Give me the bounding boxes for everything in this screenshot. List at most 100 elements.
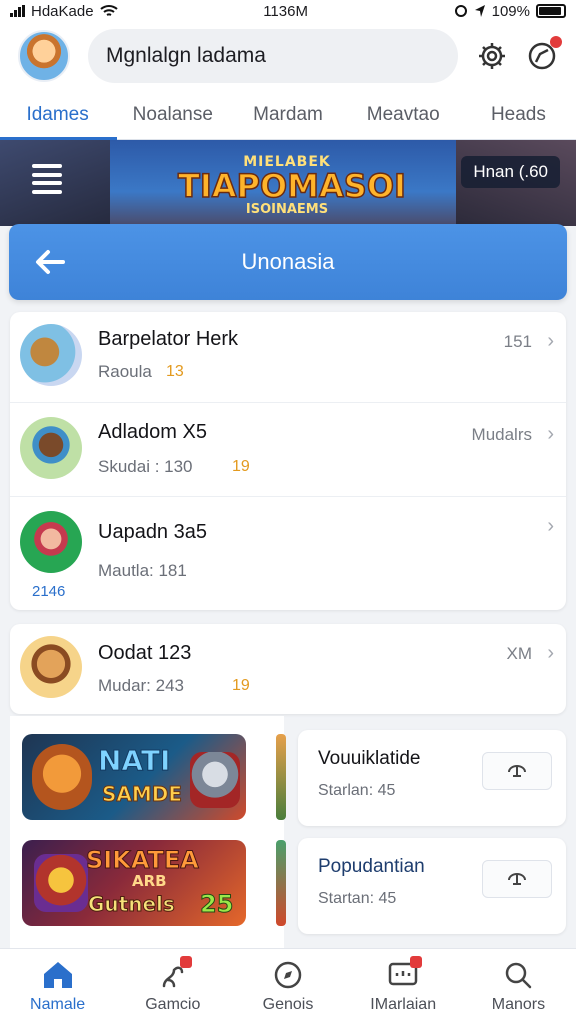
app-header: Mgnlalgn ladama [0,22,576,90]
nav-home[interactable]: Namale [0,949,115,1024]
download-card-subtitle: Startan: 45 [318,890,397,907]
chevron-right-icon: › [547,515,554,537]
list-item-meta: XM [506,644,533,663]
game-card-peek[interactable] [276,840,286,926]
list-item[interactable]: Barpelator Herk Raoula 13 151 › [10,312,566,402]
list-item-subtitle: Skudai : 130 [98,457,193,476]
tab-mardam[interactable]: Mardam [230,90,345,139]
tab-meavtao[interactable]: Meavtao [346,90,461,139]
download-card[interactable]: Popudantian Startan: 45 [298,838,566,934]
avatar-badge: 2146 [32,583,66,600]
list-item[interactable]: Adladom X5 Skudai : 130 19 Mudalrs › [10,402,566,496]
home-icon [43,961,72,988]
game-title-line2: SAMDE [101,782,183,807]
list-item-count: 13 [166,363,184,380]
download-icon [508,765,526,777]
status-bar: HdaKade 1136M 109% [0,0,576,22]
game-thumbnail [20,511,82,573]
nav-genres-label: Genois [262,995,314,1013]
compass-icon [274,961,302,988]
nav-messages[interactable]: IMarlaian [346,949,461,1024]
download-icon [508,873,526,885]
list-item-meta: 151 [503,332,532,351]
game-title-line1: SIKATEA [86,846,200,875]
game-card[interactable]: NATI SAMDE [22,734,246,820]
game-art-robot [190,752,240,808]
featured-games-panel: NATI SAMDE SIKATEA ARB Gutnels 25 [10,716,286,948]
tab-heads[interactable]: Heads [461,90,576,139]
game-list-card: Oodat 123 Mudar: 243 19 XM › [10,624,566,714]
back-arrow-icon[interactable] [33,246,67,278]
tab-noalanse[interactable]: Noalanse [115,90,230,139]
avatar[interactable] [18,30,70,82]
game-title-number: 25 [199,890,234,919]
list-item-count: 19 [232,677,250,694]
battery-icon [535,4,566,18]
tab-idames[interactable]: Idames [0,90,118,140]
download-button[interactable] [482,752,552,790]
download-button[interactable] [482,860,552,898]
search-icon [506,962,532,988]
list-item-subtitle: Raoula [98,362,152,381]
nav-search[interactable]: Manors [461,949,576,1024]
chevron-right-icon: › [547,330,554,352]
list-item-count: 19 [232,458,250,475]
bottom-nav: Namale Gamcio Genois IMarlaian Manors [0,948,576,1024]
tab-bar: Idames Noalanse Mardam Meavtao Heads [0,90,576,140]
search-text: Mgnlalgn ladama [106,44,266,67]
battery-percent: 109% [491,2,530,20]
games-badge [179,955,192,968]
list-item-title: Adladom X5 [98,421,207,443]
list-item-subtitle: Mautla: 181 [98,561,187,580]
list-item-title: Barpelator Herk [98,328,239,350]
list-item-meta: Mudalrs [471,425,532,444]
section-title: Unonasia [241,249,335,274]
banner-logo-main: TIAPOMASOI [177,167,406,205]
download-card-title: Vouuiklatide [318,748,421,769]
notifications-button[interactable] [526,36,562,72]
carrier-label: HdaKade [31,2,94,20]
menu-icon[interactable] [32,164,62,194]
banner-logo: MIELABEK TIAPOMASOI ISOINAEMS [177,154,406,218]
download-card-subtitle: Starlan: 45 [318,782,396,799]
game-thumbnail [20,324,82,386]
promo-banner[interactable]: MIELABEK TIAPOMASOI ISOINAEMS Hnan (.60 [0,140,576,226]
download-card[interactable]: Vouuiklatide Starlan: 45 [298,730,566,826]
notification-badge [550,36,562,48]
game-list-card: Barpelator Herk Raoula 13 151 › Adladom … [10,312,566,610]
list-item[interactable]: 2146 Uapadn 3a5 Mautla: 181 › [10,496,566,610]
game-card-peek[interactable] [276,734,286,820]
alarm-icon [454,5,467,17]
game-title-line3: Gutnels [88,892,176,917]
location-icon [474,5,485,17]
list-item-subtitle: Mudar: 243 [98,676,184,695]
section-header-card: Unonasia [9,224,567,300]
games-icon [156,955,192,990]
game-card[interactable]: SIKATEA ARB Gutnels 25 [22,840,246,926]
chevron-right-icon: › [547,642,554,664]
nav-home-label: Namale [30,995,86,1013]
list-item-title: Oodat 123 [98,642,192,664]
game-title-line1: NATI [97,744,171,778]
list-item-title: Uapadn 3a5 [98,521,207,543]
game-thumbnail [20,636,82,698]
download-card-title: Popudantian [318,856,425,877]
banner-pill[interactable]: Hnan (.60 [461,156,560,188]
messages-icon [386,955,423,990]
game-art-emblem [34,854,88,912]
nav-messages-label: IMarlaian [370,995,437,1013]
list-item[interactable]: Oodat 123 Mudar: 243 19 XM › [10,624,566,714]
game-art-fox [32,744,92,810]
settings-button[interactable] [476,40,508,72]
clock: 1136M [263,2,308,20]
search-input[interactable]: Mgnlalgn ladama [88,29,458,83]
signal-icon [10,5,25,17]
nav-search-label: Manors [491,995,546,1013]
chevron-right-icon: › [547,423,554,445]
nav-games[interactable]: Gamcio [115,949,230,1024]
game-title-line2: ARB [132,872,167,890]
gear-icon [479,43,505,69]
nav-genres[interactable]: Genois [230,949,345,1024]
nav-games-label: Gamcio [145,995,201,1013]
messages-badge [410,955,423,968]
